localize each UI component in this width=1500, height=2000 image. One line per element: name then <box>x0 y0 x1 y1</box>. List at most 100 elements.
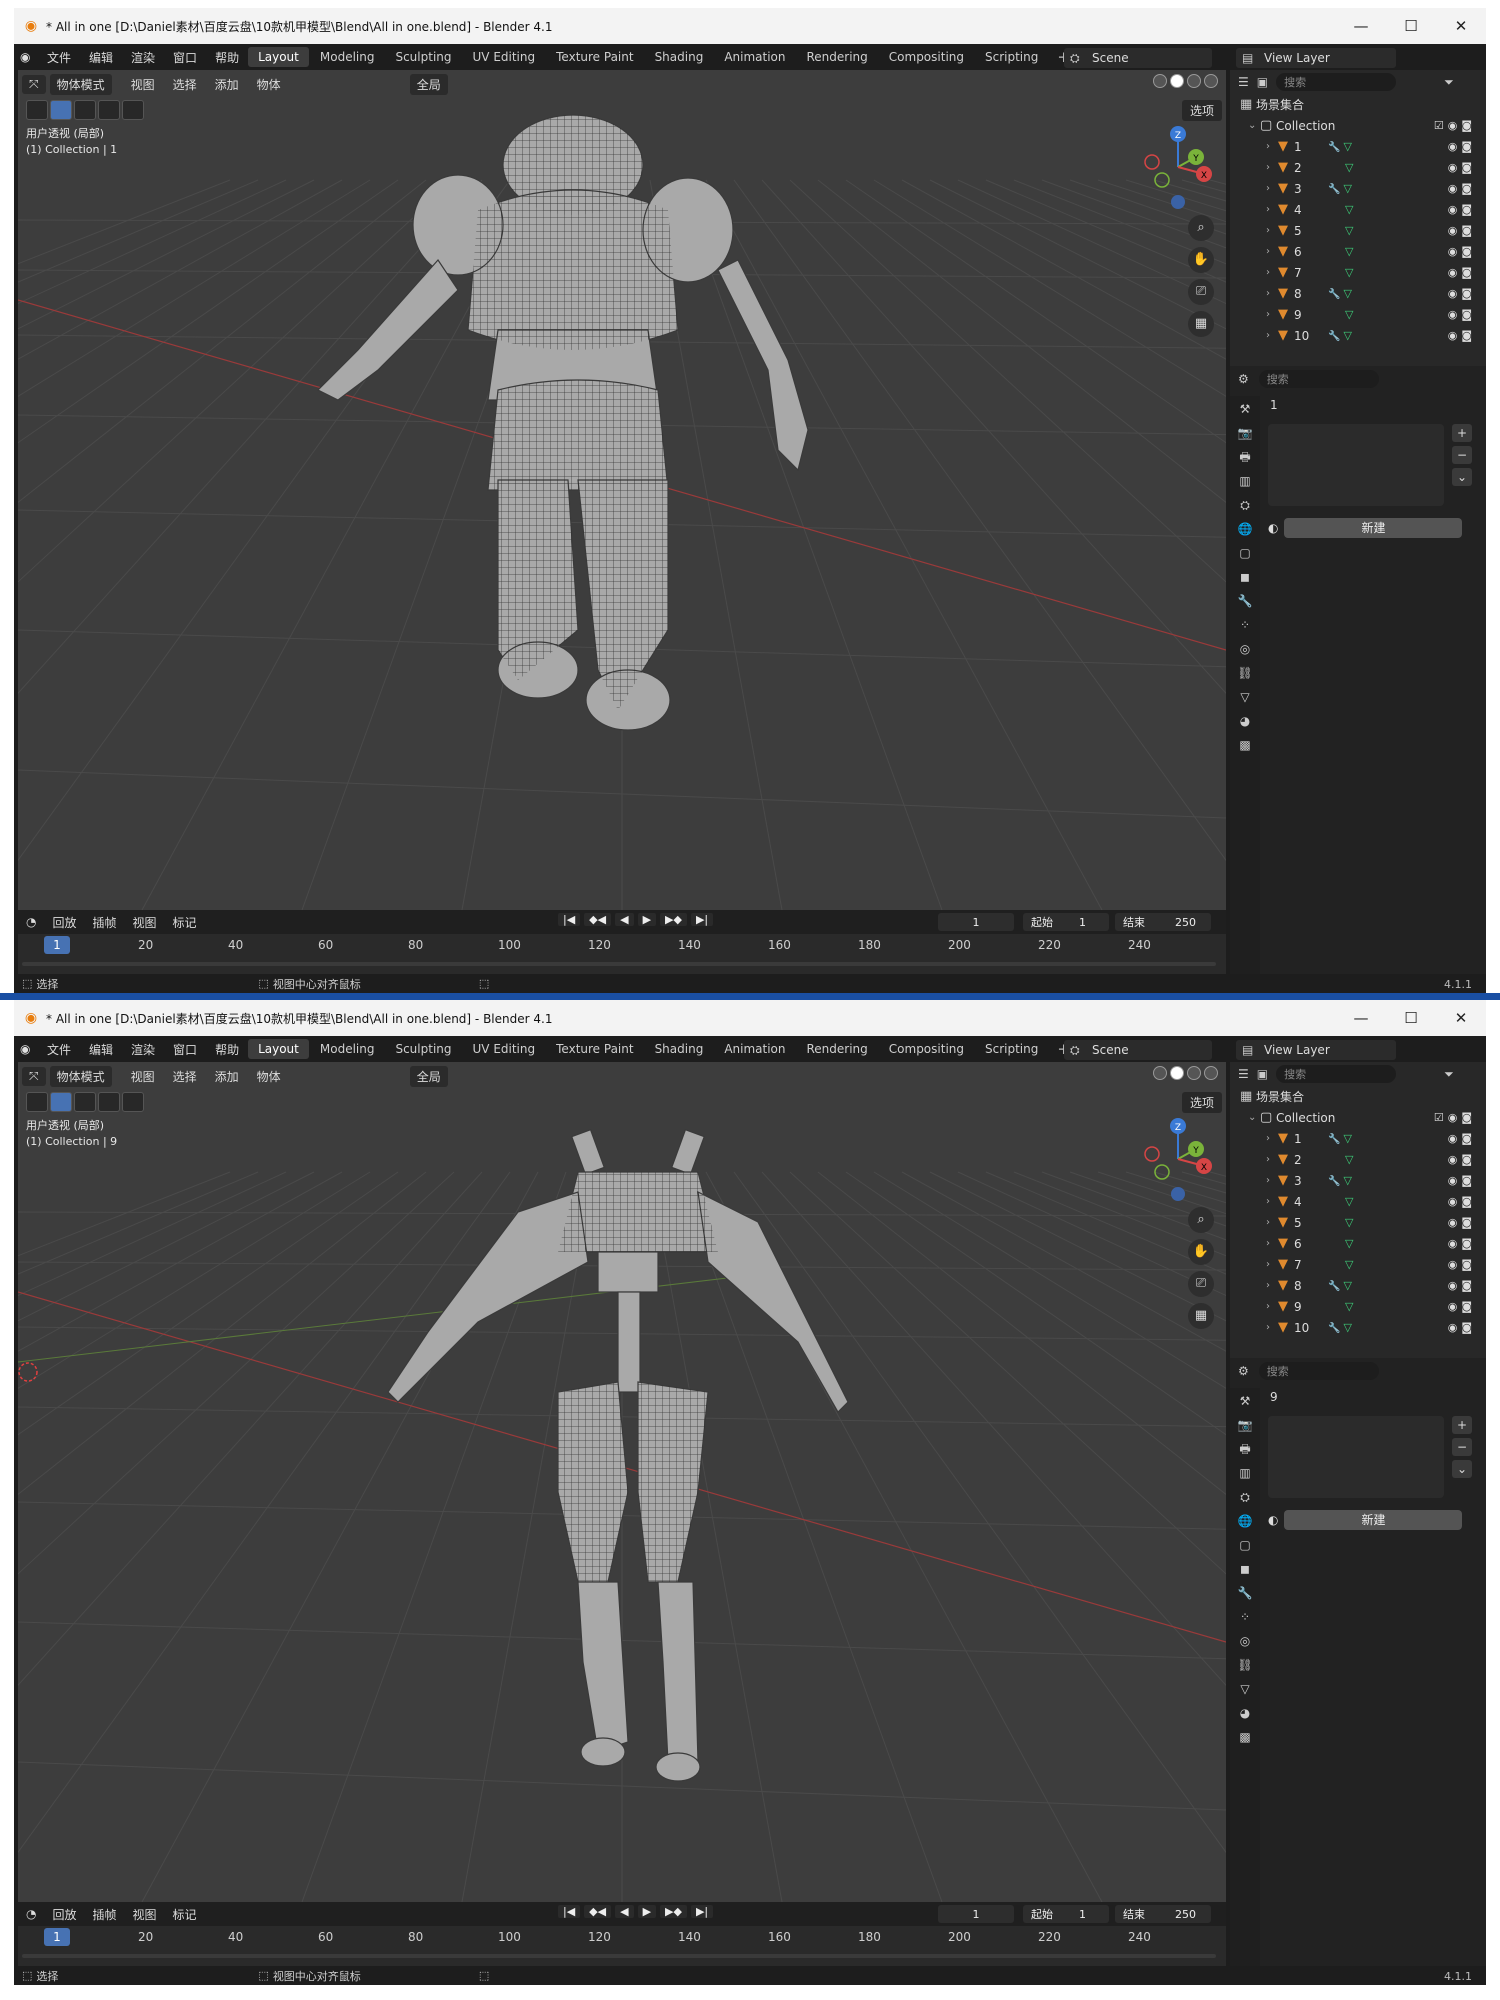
menu-item[interactable]: 编辑 <box>80 1041 122 1058</box>
expand-arrow-icon[interactable]: › <box>1266 246 1278 257</box>
expand-arrow-icon[interactable]: › <box>1266 183 1278 194</box>
menu-item[interactable]: 渲染 <box>122 1041 164 1058</box>
outliner-object-row[interactable]: › ▼ 8 🔧 ▽ ◉◙ <box>1230 1275 1486 1296</box>
menu-item[interactable]: 渲染 <box>122 49 164 66</box>
outliner-object-row[interactable]: › ▼ 7 ▽ ◉◙ <box>1230 1254 1486 1275</box>
object-visibility-toggles[interactable]: ◉◙ <box>1448 1216 1476 1229</box>
workspace-tab[interactable]: Sculpting <box>385 47 461 67</box>
expand-collapse-icon[interactable]: ⌄ <box>1248 1112 1260 1123</box>
outliner-object-row[interactable]: › ▼ 10 🔧 ▽ ◉◙ <box>1230 1317 1486 1338</box>
next-key-icon[interactable]: ▶◆ <box>660 1905 687 1918</box>
object-visibility-toggles[interactable]: ◉◙ <box>1448 1279 1476 1292</box>
prev-key-icon[interactable]: ◆◀ <box>584 913 612 926</box>
select-extend-icon[interactable] <box>74 100 96 120</box>
expand-arrow-icon[interactable]: › <box>1266 141 1278 152</box>
menu-item[interactable]: 窗口 <box>164 49 206 66</box>
expand-arrow-icon[interactable]: › <box>1266 162 1278 173</box>
expand-arrow-icon[interactable]: › <box>1266 1154 1278 1165</box>
end-frame-field[interactable]: 结束 250 <box>1115 913 1211 931</box>
object-visibility-toggles[interactable]: ◉◙ <box>1448 140 1476 153</box>
timeline-editor-icon[interactable]: ◔ <box>18 1907 44 1921</box>
workspace-tab[interactable]: Compositing <box>879 1039 974 1059</box>
outliner-object-row[interactable]: › ▼ 9 ▽ ◉◙ <box>1230 304 1486 325</box>
workspace-tab[interactable]: Rendering <box>797 1039 878 1059</box>
texture-icon[interactable]: ▩ <box>1236 1728 1254 1746</box>
3d-viewport[interactable]: ⤧ 物体模式 视图 选择 添加 物体 全局 用户透视 (局部) (1) Collection |… <box>18 70 1226 910</box>
timeline-menu-item[interactable]: 标记 <box>165 914 205 931</box>
material-shading-icon[interactable] <box>1187 1066 1201 1080</box>
material-shading-icon[interactable] <box>1187 74 1201 88</box>
collection-row[interactable]: ⌄ ▢ Collection ☑◉◙ <box>1230 1107 1486 1128</box>
menu-item[interactable]: 文件 <box>38 49 80 66</box>
world-icon[interactable]: 🌐 <box>1236 1512 1254 1530</box>
ortho-grid-icon[interactable]: ▦ <box>1188 1303 1214 1329</box>
collection-icon[interactable]: ▢ <box>1236 544 1254 562</box>
object-visibility-toggles[interactable]: ◉◙ <box>1448 161 1476 174</box>
collection-row[interactable]: ⌄ ▢ Collection ☑◉◙ <box>1230 115 1486 136</box>
viewport-menu-item[interactable]: 视图 <box>122 76 164 93</box>
timeline-menu-item[interactable]: 视图 <box>125 1906 165 1923</box>
armored-mech-model[interactable] <box>18 70 1226 910</box>
constraints-icon[interactable]: ⛓ <box>1236 664 1254 682</box>
new-material-button[interactable]: 新建 <box>1284 518 1463 538</box>
object-visibility-toggles[interactable]: ◉◙ <box>1448 1195 1476 1208</box>
select-intersect-icon[interactable] <box>122 1092 144 1112</box>
menu-item[interactable]: 帮助 <box>206 1041 248 1058</box>
timeline-menu-item[interactable]: 标记 <box>165 1906 205 1923</box>
workspace-tab[interactable]: Shading <box>645 47 714 67</box>
editor-type-icon[interactable]: ⤧ <box>22 74 46 94</box>
viewport-menu-item[interactable]: 添加 <box>206 1068 248 1085</box>
camera-view-icon[interactable]: ⎚ <box>1188 279 1214 305</box>
frame-ruler[interactable]: 1 20 40 60 80 100 120 140 160 180 200 220 240 <box>18 1926 1226 1966</box>
workspace-tab[interactable]: Animation <box>714 47 795 67</box>
skeletal-mech-model[interactable] <box>18 1062 1226 1902</box>
expand-collapse-icon[interactable]: ⌄ <box>1248 120 1260 131</box>
material-browse-icon[interactable]: ◐ <box>1268 1513 1278 1527</box>
view-layer-selector[interactable]: ▤ View Layer <box>1236 48 1396 68</box>
jump-end-icon[interactable]: ▶| <box>690 913 714 926</box>
remove-slot-button[interactable]: − <box>1452 446 1472 464</box>
particles-icon[interactable]: ⁘ <box>1236 1608 1254 1626</box>
transform-orientation[interactable]: 全局 <box>409 73 448 95</box>
view-layer-icon[interactable]: ▥ <box>1236 1464 1254 1482</box>
scene-collection-row[interactable]: ▦ 场景集合 <box>1230 94 1486 115</box>
select-extend-icon[interactable] <box>74 1092 96 1112</box>
workspace-tab[interactable]: Scripting <box>975 1039 1048 1059</box>
timeline-menu-item[interactable]: 回放 <box>44 1906 84 1923</box>
rendered-shading-icon[interactable] <box>1204 1066 1218 1080</box>
play-reverse-icon[interactable]: ◀ <box>615 1905 634 1918</box>
slot-menu-button[interactable]: ⌄ <box>1452 1460 1472 1478</box>
ortho-grid-icon[interactable]: ▦ <box>1188 311 1214 337</box>
slot-menu-button[interactable]: ⌄ <box>1452 468 1472 486</box>
material-icon[interactable]: ◕ <box>1236 1704 1254 1722</box>
next-key-icon[interactable]: ▶◆ <box>660 913 687 926</box>
outliner-editor-icon[interactable]: ☰ <box>1238 1067 1249 1081</box>
workspace-tab[interactable]: Sculpting <box>385 1039 461 1059</box>
workspace-tab[interactable]: Scripting <box>975 47 1048 67</box>
viewport-menu-item[interactable]: 物体 <box>248 1068 290 1085</box>
object-visibility-toggles[interactable]: ◉◙ <box>1448 266 1476 279</box>
view-layer-selector[interactable]: ▤ View Layer <box>1236 1040 1396 1060</box>
world-icon[interactable]: 🌐 <box>1236 520 1254 538</box>
navigation-gizmo[interactable]: Z Y X <box>1138 1114 1218 1204</box>
close-button[interactable]: ✕ <box>1436 1009 1486 1027</box>
outliner-object-row[interactable]: › ▼ 8 🔧 ▽ ◉◙ <box>1230 283 1486 304</box>
physics-icon[interactable]: ◎ <box>1236 640 1254 658</box>
object-visibility-toggles[interactable]: ◉◙ <box>1448 224 1476 237</box>
material-slot-list[interactable] <box>1268 1416 1444 1498</box>
outliner-object-row[interactable]: › ▼ 9 ▽ ◉◙ <box>1230 1296 1486 1317</box>
physics-icon[interactable]: ◎ <box>1236 1632 1254 1650</box>
new-material-button[interactable]: 新建 <box>1284 1510 1463 1530</box>
options-button[interactable]: 选项 <box>1181 1092 1222 1113</box>
outliner-object-row[interactable]: › ▼ 3 🔧 ▽ ◉◙ <box>1230 178 1486 199</box>
display-mode-icon[interactable]: ▣ <box>1257 75 1268 89</box>
filter-icon[interactable]: ⏷ <box>1444 1067 1454 1082</box>
material-slot-list[interactable] <box>1268 424 1444 506</box>
expand-arrow-icon[interactable]: › <box>1266 204 1278 215</box>
select-new-icon[interactable] <box>50 1092 72 1112</box>
current-frame-field[interactable]: 1 <box>938 913 1014 931</box>
solid-shading-icon[interactable] <box>1170 74 1184 88</box>
outliner-object-row[interactable]: › ▼ 5 ▽ ◉◙ <box>1230 220 1486 241</box>
select-new-icon[interactable] <box>50 100 72 120</box>
workspace-tab[interactable]: Animation <box>714 1039 795 1059</box>
